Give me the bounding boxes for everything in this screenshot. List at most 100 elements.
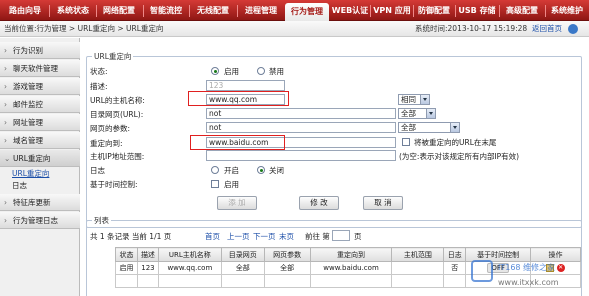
chevron-right-icon: › bbox=[4, 82, 7, 91]
time-control-checkbox[interactable] bbox=[211, 180, 219, 188]
empty-cell bbox=[115, 274, 138, 288]
time-control-label: 基于时间控制: bbox=[90, 180, 138, 189]
param-field[interactable]: not bbox=[206, 122, 396, 133]
prev-page-link[interactable]: 上一页 bbox=[227, 231, 250, 242]
sidebar-item-label: 邮件监控 bbox=[13, 100, 43, 109]
directory-label: 目录网页(URL): bbox=[90, 110, 144, 119]
system-time: 系统时间:2013-10-17 15:19:28 bbox=[415, 24, 528, 33]
nav-item-process[interactable]: 进程管理 bbox=[239, 0, 283, 21]
time-control-enable-label: 启用 bbox=[224, 180, 239, 189]
host-match-select[interactable]: 相同 bbox=[398, 94, 430, 105]
nav-divider bbox=[49, 5, 50, 17]
chevron-down-icon bbox=[426, 109, 435, 118]
nav-item-maintenance[interactable]: 系统维护 bbox=[546, 0, 588, 21]
nav-item-wizard[interactable]: 路由向导 bbox=[3, 0, 47, 21]
main-content: URL重定向 状态: 启用 禁用 描述: 123 URL的主机名称: www.q… bbox=[82, 38, 589, 296]
sidebar-item-url[interactable]: › 网址管理 bbox=[0, 114, 80, 131]
empty-cell bbox=[443, 274, 467, 288]
chevron-down-icon: ⌄ bbox=[4, 154, 11, 163]
chevron-right-icon: › bbox=[4, 136, 7, 145]
sidebar-subitem-log[interactable]: 日志 bbox=[0, 180, 80, 192]
param-mode-select[interactable]: 全部 bbox=[398, 122, 460, 133]
help-icon[interactable] bbox=[568, 24, 578, 34]
cell-redirect: www.baidu.com bbox=[309, 261, 393, 275]
sidebar-item-games[interactable]: › 游戏管理 bbox=[0, 78, 80, 95]
record-summary: 共 1 条记录 当前 1/1 页 bbox=[90, 232, 172, 241]
host-match-value: 相同 bbox=[401, 95, 416, 104]
chevron-right-icon: › bbox=[4, 198, 7, 207]
log-label: 日志 bbox=[90, 166, 105, 175]
sidebar-item-signature-update[interactable]: › 特征库更新 bbox=[0, 194, 80, 211]
first-page-link[interactable]: 首页 bbox=[205, 231, 220, 242]
empty-cell bbox=[136, 274, 159, 288]
sidebar-item-label: 网址管理 bbox=[13, 118, 43, 127]
goto-label: 前往 第 bbox=[305, 232, 330, 241]
cancel-button[interactable]: 取 消 bbox=[363, 196, 403, 210]
col-log: 日志 bbox=[443, 247, 467, 262]
directory-mode-value: 全部 bbox=[401, 109, 416, 118]
directory-mode-select[interactable]: 全部 bbox=[398, 108, 436, 119]
nav-item-qos[interactable]: 智能流控 bbox=[144, 0, 188, 21]
redirect-label: 重定向到: bbox=[90, 139, 123, 148]
home-link[interactable]: 返回首页 bbox=[532, 21, 562, 37]
col-redirect: 重定向到 bbox=[309, 247, 393, 262]
nav-divider bbox=[189, 5, 190, 17]
ip-range-field[interactable] bbox=[206, 150, 396, 161]
param-label: 网页的参数: bbox=[90, 124, 131, 133]
cell-status: 启用 bbox=[115, 261, 138, 275]
chevron-right-icon: › bbox=[4, 216, 7, 225]
sidebar-item-label: 行为管理日志 bbox=[13, 216, 58, 225]
next-page-link[interactable]: 下一页 bbox=[253, 231, 276, 242]
add-button[interactable]: 添 加 bbox=[217, 196, 257, 210]
status-label: 状态: bbox=[90, 67, 108, 76]
sidebar-item-domain[interactable]: › 域名管理 bbox=[0, 132, 80, 149]
modify-button[interactable]: 修 改 bbox=[299, 196, 339, 210]
nav-item-wireless[interactable]: 无线配置 bbox=[191, 0, 235, 21]
nav-item-network[interactable]: 网络配置 bbox=[97, 0, 141, 21]
nav-item-usb[interactable]: USB 存储 bbox=[456, 0, 498, 21]
sidebar-item-behavior-log[interactable]: › 行为管理日志 bbox=[0, 212, 80, 229]
nav-item-vpn[interactable]: VPN 应用 bbox=[372, 0, 412, 21]
chevron-right-icon: › bbox=[4, 46, 7, 55]
sidebar-item-url-redirect[interactable]: ⌄ URL重定向 bbox=[0, 150, 80, 167]
location-bar: 当前位置:行为管理 > URL重定向 > URL重定向 系统时间:2013-10… bbox=[0, 21, 589, 37]
sidebar-item-chat[interactable]: › 聊天软件管理 bbox=[0, 60, 80, 77]
nav-item-behavior[interactable]: 行为管理 bbox=[285, 3, 329, 21]
goto-page-field[interactable] bbox=[332, 230, 350, 241]
last-page-link[interactable]: 末页 bbox=[279, 231, 294, 242]
cell-ip-range bbox=[391, 261, 445, 275]
chevron-down-icon bbox=[450, 123, 459, 132]
nav-item-status[interactable]: 系统状态 bbox=[51, 0, 95, 21]
sidebar-item-behavior-recognition[interactable]: › 行为识别 bbox=[0, 42, 80, 59]
empty-cell bbox=[391, 274, 445, 288]
nav-item-defense[interactable]: 防御配置 bbox=[414, 0, 454, 21]
status-disable-label: 禁用 bbox=[269, 67, 284, 76]
cell-host: www.qq.com bbox=[157, 261, 222, 275]
sidebar-item-label: 特征库更新 bbox=[13, 198, 51, 207]
status-disable-radio[interactable] bbox=[257, 67, 265, 75]
description-field[interactable]: 123 bbox=[206, 80, 285, 91]
directory-field[interactable]: not bbox=[206, 108, 396, 119]
sidebar-item-label: 聊天软件管理 bbox=[13, 64, 58, 73]
status-enable-radio[interactable] bbox=[211, 67, 219, 75]
col-param: 网页参数 bbox=[263, 247, 311, 262]
log-off-radio[interactable] bbox=[257, 166, 265, 174]
empty-cell bbox=[263, 274, 311, 288]
sidebar-item-mail[interactable]: › 邮件监控 bbox=[0, 96, 80, 113]
chevron-down-icon bbox=[420, 95, 429, 104]
goto-suffix: 页 bbox=[354, 232, 362, 241]
append-url-checkbox[interactable] bbox=[402, 138, 410, 146]
sidebar-item-label: 域名管理 bbox=[13, 136, 43, 145]
breadcrumb: 当前位置:行为管理 > URL重定向 > URL重定向 bbox=[4, 24, 164, 33]
col-ip-range: 主机范围 bbox=[391, 247, 445, 262]
nav-item-advanced[interactable]: 高级配置 bbox=[500, 0, 544, 21]
log-on-radio[interactable] bbox=[211, 166, 219, 174]
nav-item-webauth[interactable]: WEB认证 bbox=[331, 0, 369, 21]
watermark-brand: IT168 维修之家 bbox=[498, 263, 556, 272]
watermark-logo-icon bbox=[471, 260, 493, 282]
sidebar-subitem-url-redirect[interactable]: URL重定向 bbox=[0, 168, 80, 180]
delete-icon[interactable]: ✕ bbox=[556, 264, 565, 272]
chevron-right-icon: › bbox=[4, 64, 7, 73]
nav-divider bbox=[370, 5, 371, 17]
cell-log: 否 bbox=[443, 261, 467, 275]
